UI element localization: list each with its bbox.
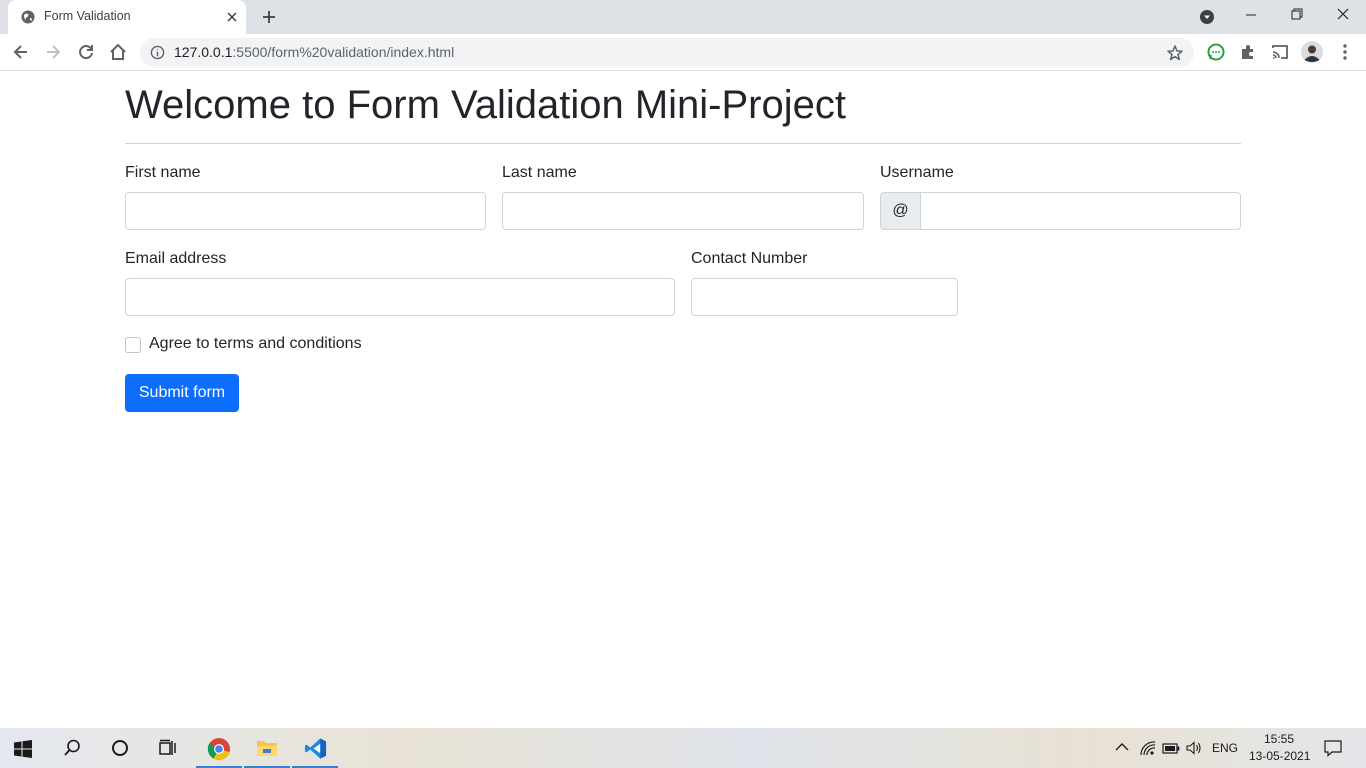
taskbar-vscode-app[interactable]: [292, 728, 338, 768]
extensions-puzzle-icon[interactable]: [1238, 42, 1258, 62]
email-label: Email address: [125, 250, 227, 267]
agree-checkbox[interactable]: [125, 337, 141, 353]
language-indicator[interactable]: ENG: [1212, 741, 1238, 755]
windows-start-icon[interactable]: [14, 740, 32, 758]
address-bar[interactable]: 127.0.0.1:5500/form%20validation/index.h…: [140, 38, 1194, 67]
url-path: :5500/form%20validation/index.html: [232, 44, 455, 60]
submit-button[interactable]: Submit form: [125, 374, 239, 412]
username-label: Username: [880, 164, 954, 181]
agree-label[interactable]: Agree to terms and conditions: [149, 335, 362, 353]
menu-kebab-icon[interactable]: [1335, 42, 1355, 62]
back-icon[interactable]: [11, 42, 31, 62]
reload-icon[interactable]: [76, 42, 96, 62]
page-content: Welcome to Form Validation Mini-Project …: [0, 71, 1366, 728]
folder-icon: [257, 741, 277, 756]
cast-icon[interactable]: [1270, 42, 1290, 62]
page-title: Welcome to Form Validation Mini-Project: [125, 83, 846, 127]
contact-number-input[interactable]: [691, 278, 958, 316]
whatsapp-extension-icon[interactable]: [1206, 42, 1226, 62]
search-icon[interactable]: [62, 738, 82, 758]
first-name-input[interactable]: [125, 192, 486, 230]
new-tab-icon[interactable]: [260, 8, 278, 26]
taskbar-file-explorer-app[interactable]: [244, 728, 290, 768]
home-icon[interactable]: [108, 42, 128, 62]
forward-icon[interactable]: [43, 42, 63, 62]
wifi-icon[interactable]: [1139, 740, 1157, 756]
last-name-label: Last name: [502, 164, 577, 181]
tab-form-validation[interactable]: Form Validation: [8, 0, 246, 34]
clock-date[interactable]: 13-05-2021: [1249, 749, 1310, 763]
close-tab-icon[interactable]: [224, 9, 240, 25]
chrome-icon: [207, 738, 230, 760]
contact-number-label: Contact Number: [691, 250, 808, 267]
tab-search-icon[interactable]: [1199, 9, 1215, 25]
tab-title: Form Validation: [44, 9, 131, 23]
taskbar-chrome-app[interactable]: [196, 728, 242, 768]
taskbar: ENG 15:55 13-05-2021: [0, 728, 1366, 768]
email-input[interactable]: [125, 278, 675, 316]
tab-strip: Form Validation: [0, 0, 1366, 34]
divider: [125, 143, 1241, 144]
show-hidden-icons-chevron-icon[interactable]: [1114, 739, 1130, 755]
clock-time[interactable]: 15:55: [1264, 732, 1294, 746]
last-name-input[interactable]: [502, 192, 864, 230]
username-input[interactable]: [920, 192, 1241, 230]
username-prefix: @: [880, 192, 921, 230]
restore-icon[interactable]: [1274, 0, 1320, 30]
info-icon[interactable]: [150, 45, 165, 60]
task-view-icon[interactable]: [158, 738, 178, 758]
globe-icon: [21, 10, 35, 24]
volume-icon[interactable]: [1186, 740, 1202, 756]
battery-icon[interactable]: [1162, 741, 1180, 755]
close-window-icon[interactable]: [1320, 0, 1366, 30]
profile-avatar-icon[interactable]: [1301, 41, 1323, 63]
vscode-icon: [304, 738, 327, 759]
bookmark-star-icon[interactable]: [1166, 44, 1184, 62]
first-name-label: First name: [125, 164, 201, 181]
notifications-icon[interactable]: [1324, 739, 1342, 757]
url-text: 127.0.0.1:5500/form%20validation/index.h…: [174, 44, 454, 60]
minimize-icon[interactable]: [1228, 0, 1274, 30]
cortana-icon[interactable]: [110, 738, 130, 758]
url-host: 127.0.0.1: [174, 44, 233, 60]
browser-toolbar: 127.0.0.1:5500/form%20validation/index.h…: [0, 34, 1366, 71]
